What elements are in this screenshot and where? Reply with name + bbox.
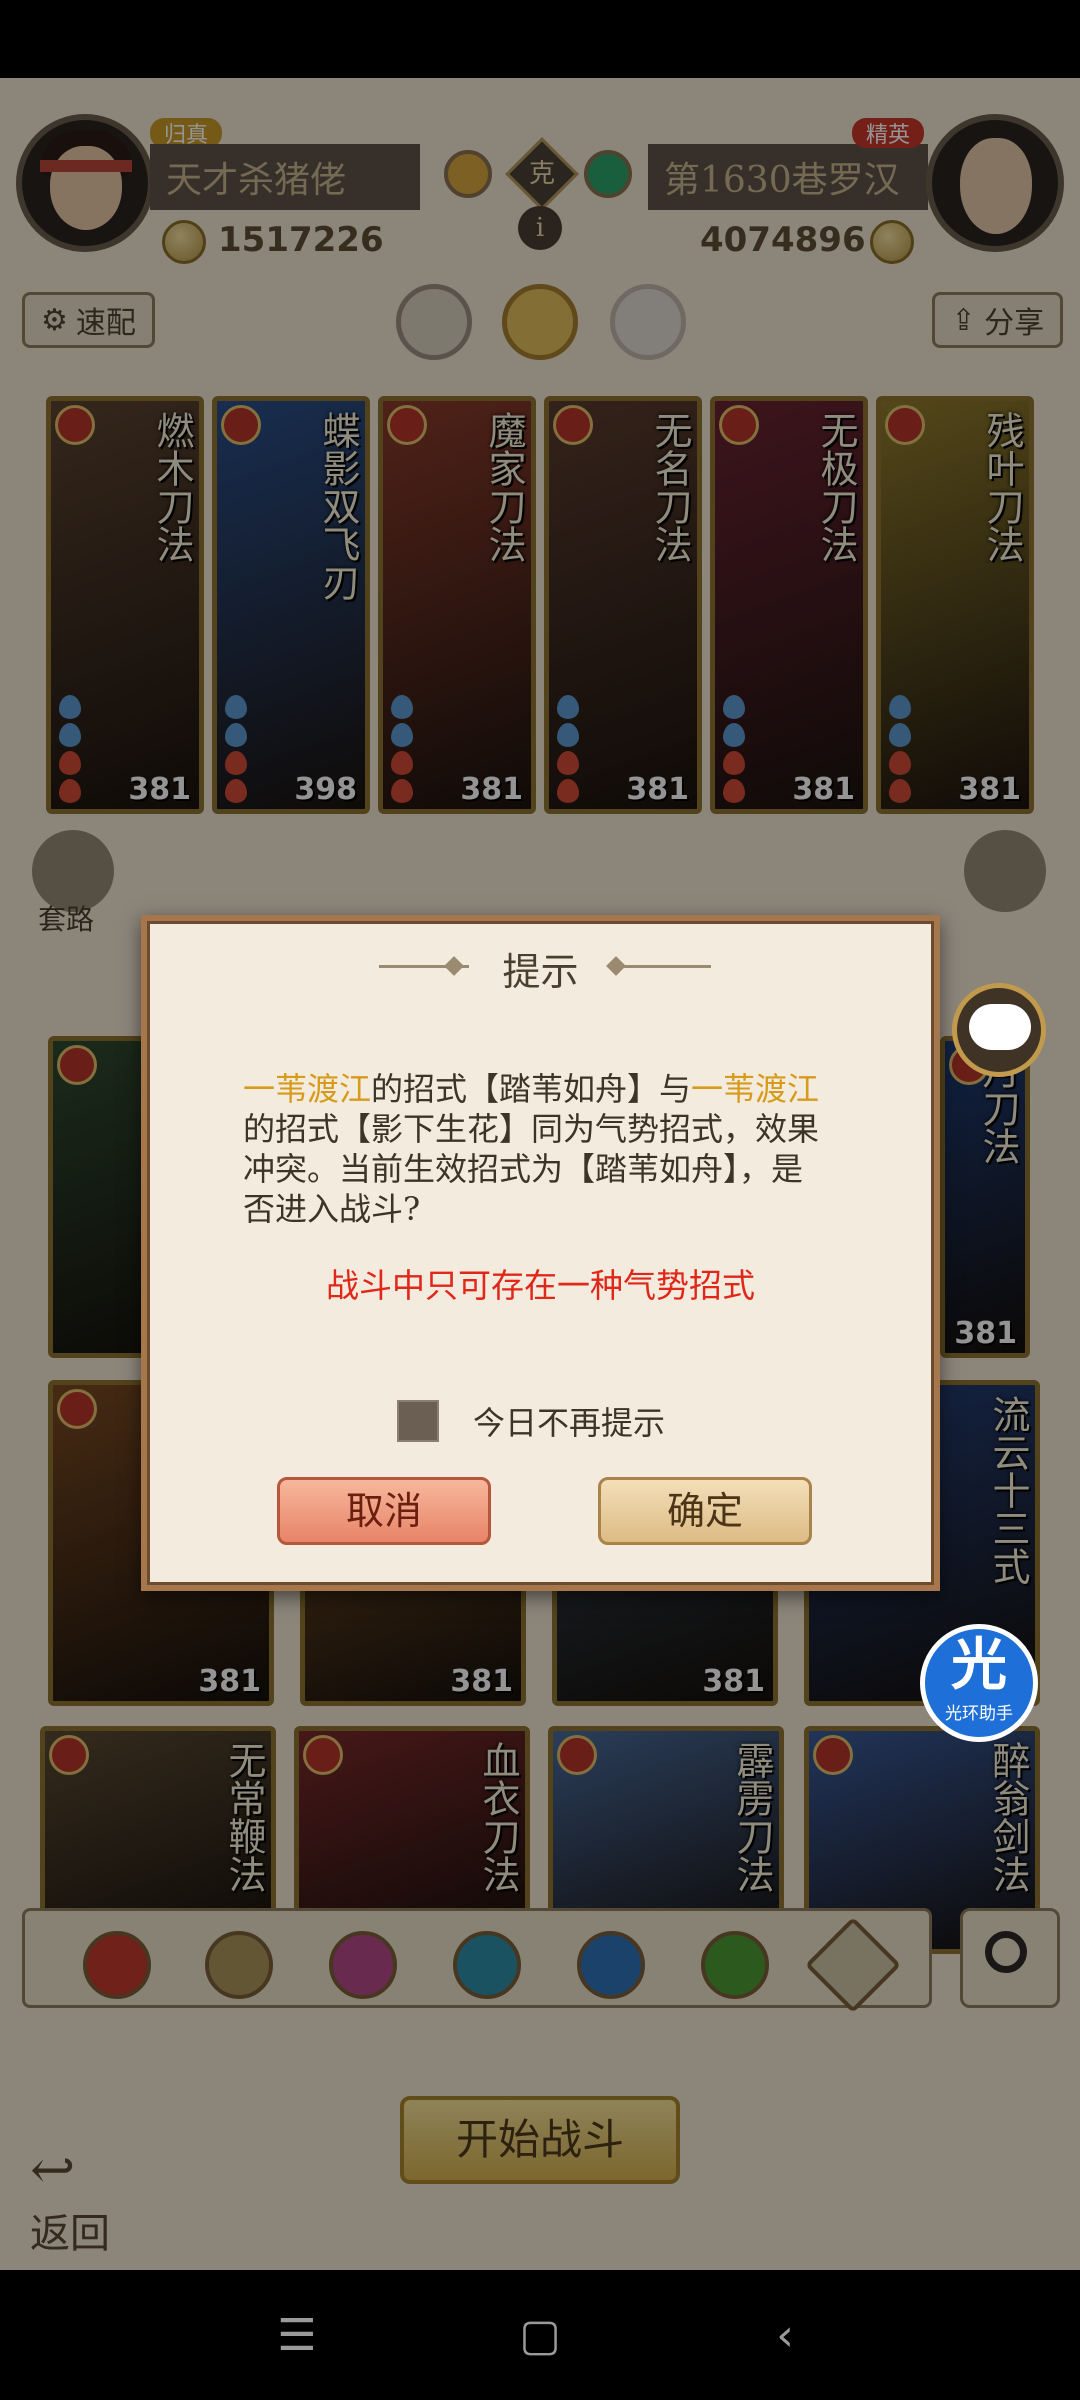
navigation-bar: ☰ ▢ ‹ [0,2270,1080,2400]
menu-icon[interactable]: ☰ [262,2300,332,2370]
dialog-title: 提示 [502,950,579,994]
title-divider-right [621,965,711,968]
dont-remind-row[interactable]: 今日不再提示 [397,1399,665,1443]
back-nav-icon[interactable]: ‹ [750,2300,820,2370]
helper-assistant-button[interactable]: 光 光环助手 [920,1624,1038,1742]
conflict-dialog: 提示 一苇渡江的招式【踏苇如舟】与一苇渡江的招式【影下生花】同为气势招式，效果冲… [141,915,940,1591]
cancel-button[interactable]: 取消 [277,1477,491,1545]
chat-bubble-icon[interactable] [952,983,1046,1077]
home-icon[interactable]: ▢ [505,2300,575,2370]
status-bar [0,0,1080,78]
dont-remind-label: 今日不再提示 [473,1404,666,1442]
dont-remind-checkbox[interactable] [397,1400,439,1442]
confirm-button[interactable]: 确定 [598,1477,812,1545]
game-area: 归真 天才杀猪佬 1517226 克 i 第1630巷罗汉 精英 4074896… [0,78,1080,2270]
dialog-warning: 战斗中只可存在一种气势招式 [326,1266,755,1305]
screen: 归真 天才杀猪佬 1517226 克 i 第1630巷罗汉 精英 4074896… [0,0,1080,2400]
dialog-message: 一苇渡江的招式【踏苇如舟】与一苇渡江的招式【影下生花】同为气势招式，效果冲突。当… [243,1070,820,1228]
